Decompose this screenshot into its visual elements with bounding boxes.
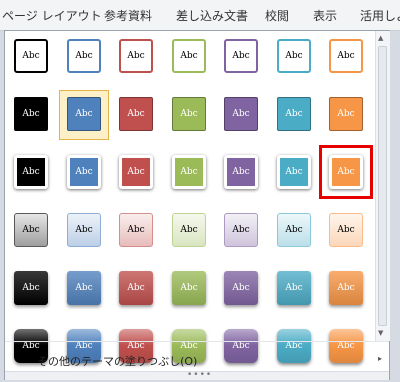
style-cell-outline-1[interactable]: Abc	[14, 39, 48, 73]
style-cell-light-gradient-1[interactable]: Abc	[14, 213, 48, 247]
style-cell-outline-4[interactable]: Abc	[172, 39, 206, 73]
tab-references[interactable]: 参考資料	[104, 7, 152, 24]
style-cell-dark-gradient-2[interactable]: Abc	[67, 271, 101, 305]
style-cell-dark-gradient-6[interactable]: Abc	[277, 271, 311, 305]
shape-styles-gallery: Abc Abc Abc Abc Abc Abc Abc Abc Abc Abc Abc Abc Abc A…	[4, 30, 390, 380]
more-fills-label: その他のテーマの塗りつぶし(O)	[37, 355, 198, 368]
style-cell-fill-bordered-6[interactable]: Abc	[277, 97, 311, 131]
scroll-up-arrow-icon[interactable]: ▲	[378, 34, 383, 42]
grip-dots-icon: ••••	[187, 370, 213, 380]
tab-mailings[interactable]: 差し込み文書	[176, 7, 248, 24]
tab-review[interactable]: 校閲	[265, 7, 289, 24]
tab-page-layout[interactable]: ページ レイアウト	[2, 7, 102, 24]
style-cell-outline-5[interactable]: Abc	[224, 39, 258, 73]
style-cell-fill-white-frame-6[interactable]: Abc	[277, 155, 311, 189]
style-cell-light-gradient-4[interactable]: Abc	[172, 213, 206, 247]
style-cell-outline-6[interactable]: Abc	[277, 39, 311, 73]
style-cell-fill-white-frame-2[interactable]: Abc	[67, 155, 101, 189]
style-cell-dark-gradient-5[interactable]: Abc	[224, 271, 258, 305]
style-cell-dark-gradient-4[interactable]: Abc	[172, 271, 206, 305]
style-cell-fill-white-frame-3[interactable]: Abc	[119, 155, 153, 189]
style-cell-dark-gradient-3[interactable]: Abc	[119, 271, 153, 305]
style-cell-outline-2[interactable]: Abc	[67, 39, 101, 73]
style-cell-light-gradient-6[interactable]: Abc	[277, 213, 311, 247]
more-fills-menu-item[interactable]: その他のテーマの塗りつぶし(O) ▸	[5, 341, 389, 372]
style-cell-fill-bordered-1[interactable]: Abc	[14, 97, 48, 131]
style-cell-fill-bordered-2[interactable]: Abc	[67, 97, 101, 131]
style-cell-outline-7[interactable]: Abc	[329, 39, 363, 73]
style-cell-fill-white-frame-4[interactable]: Abc	[172, 155, 206, 189]
tab-addins[interactable]: 活用しよ	[360, 7, 400, 24]
style-cell-light-gradient-3[interactable]: Abc	[119, 213, 153, 247]
style-cell-fill-bordered-4[interactable]: Abc	[172, 97, 206, 131]
scroll-down-arrow-icon[interactable]: ▼	[378, 329, 383, 337]
resize-grip[interactable]: ••••	[5, 370, 389, 380]
style-cell-fill-bordered-5[interactable]: Abc	[224, 97, 258, 131]
highlight-annotation-box	[319, 145, 373, 199]
gallery-scrollbar[interactable]: ▲ ▼	[375, 31, 390, 341]
style-cell-outline-3[interactable]: Abc	[119, 39, 153, 73]
ribbon-tab-bar: ページ レイアウト 参考資料 差し込み文書 校閲 表示 活用しよ	[0, 0, 400, 31]
style-cell-dark-gradient-7[interactable]: Abc	[329, 271, 363, 305]
style-cell-fill-white-frame-5[interactable]: Abc	[224, 155, 258, 189]
style-cell-light-gradient-5[interactable]: Abc	[224, 213, 258, 247]
style-cell-fill-bordered-7[interactable]: Abc	[329, 97, 363, 131]
tab-view[interactable]: 表示	[313, 7, 337, 24]
submenu-arrow-icon: ▸	[378, 354, 383, 363]
style-cell-dark-gradient-1[interactable]: Abc	[14, 271, 48, 305]
style-cell-fill-bordered-3[interactable]: Abc	[119, 97, 153, 131]
style-cell-light-gradient-7[interactable]: Abc	[329, 213, 363, 247]
style-cell-fill-white-frame-1[interactable]: Abc	[14, 155, 48, 189]
style-cell-light-gradient-2[interactable]: Abc	[67, 213, 101, 247]
scroll-thumb[interactable]	[378, 46, 387, 326]
